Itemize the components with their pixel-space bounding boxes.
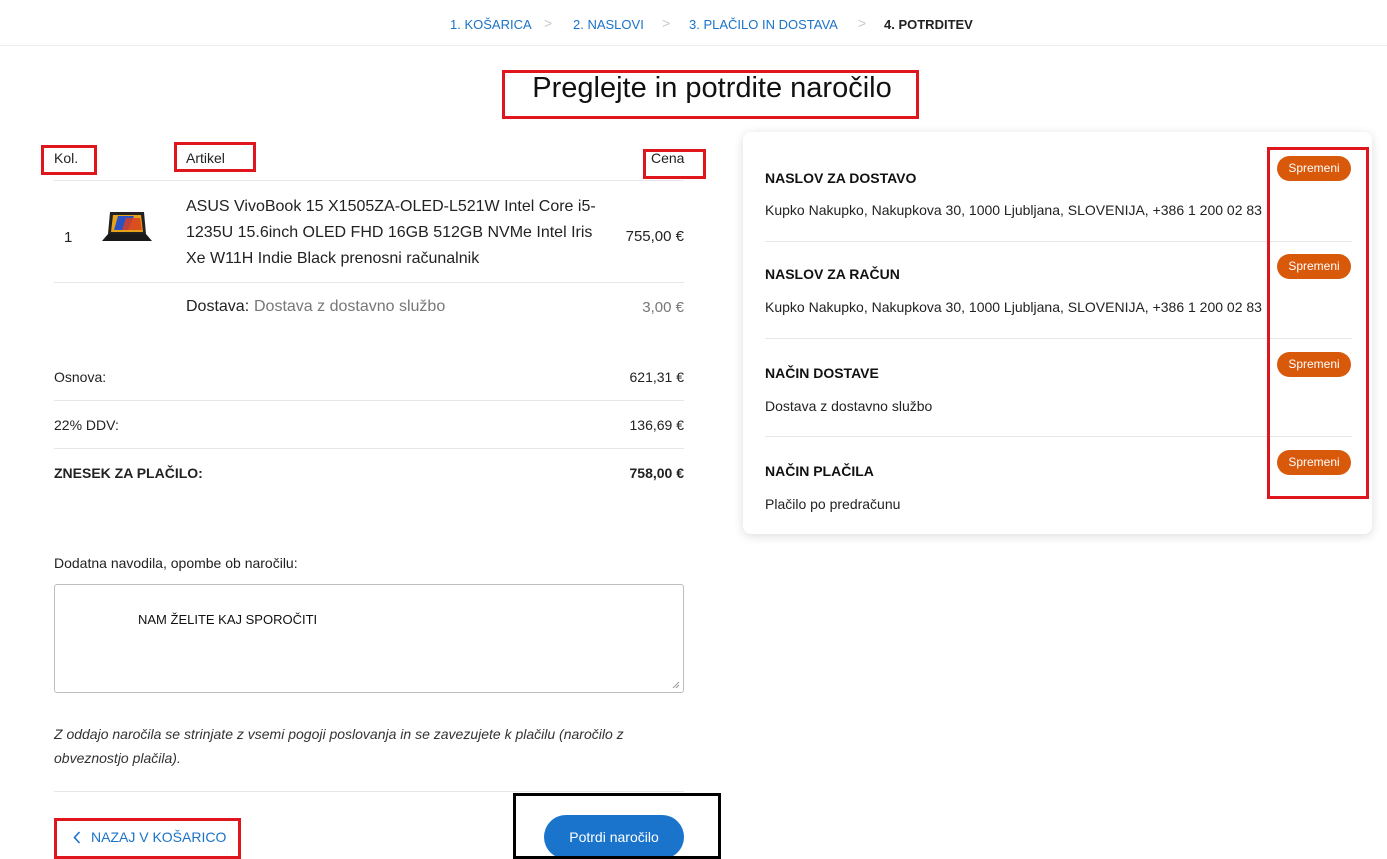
base-value: 621,31 €	[629, 369, 685, 385]
divider	[54, 180, 684, 181]
total-value: 758,00 €	[629, 465, 685, 481]
breadcrumb-separator: >	[662, 15, 671, 31]
notes-textarea[interactable]	[54, 584, 684, 693]
breadcrumb-step-confirmation: 4. POTRDITEV	[884, 17, 973, 32]
annotation-box	[643, 149, 706, 179]
notes-label: Dodatna navodila, opombe ob naročilu:	[54, 555, 298, 571]
divider	[54, 400, 684, 401]
divider	[765, 241, 1352, 242]
laptop-thumbnail[interactable]	[100, 210, 152, 244]
divider	[54, 448, 684, 449]
shipping-address-text: Kupko Nakupko, Nakupkova 30, 1000 Ljublj…	[765, 202, 1262, 218]
breadcrumb-step-cart[interactable]: 1. KOŠARICA	[450, 17, 532, 32]
base-label: Osnova:	[54, 369, 107, 385]
shipping-label: Dostava:	[186, 298, 250, 315]
annotation-box	[41, 145, 97, 175]
divider	[765, 338, 1352, 339]
checkout-breadcrumb: 1. KOŠARICA > 2. NASLOVI > 3. PLAČILO IN…	[0, 0, 1387, 46]
annotation-box	[502, 70, 919, 119]
annotation-box	[174, 142, 256, 172]
breadcrumb-step-payment-shipping[interactable]: 3. PLAČILO IN DOSTAVA	[689, 17, 838, 32]
billing-address-title: NASLOV ZA RAČUN	[765, 266, 900, 282]
breadcrumb-separator: >	[544, 15, 553, 31]
divider	[765, 436, 1352, 437]
resize-handle-icon[interactable]	[672, 681, 680, 689]
vat-value: 136,69 €	[629, 417, 685, 433]
breadcrumb-separator: >	[858, 15, 867, 31]
shipping-price: 3,00 €	[642, 299, 684, 316]
billing-address-text: Kupko Nakupko, Nakupkova 30, 1000 Ljublj…	[765, 299, 1262, 315]
annotation-box	[54, 818, 241, 859]
delivery-method-title: NAČIN DOSTAVE	[765, 365, 879, 381]
payment-method-text: Plačilo po predračunu	[765, 496, 901, 512]
vat-label: 22% DDV:	[54, 417, 119, 433]
shipping-address-title: NASLOV ZA DOSTAVO	[765, 170, 917, 186]
notes-value: NAM ŽELITE KAJ SPOROČITI	[138, 612, 318, 627]
terms-text: Z oddajo naročila se strinjate z vsemi p…	[54, 726, 624, 766]
item-name[interactable]: ASUS VivoBook 15 X1505ZA-OLED-L521W Inte…	[186, 194, 606, 272]
divider	[54, 791, 684, 792]
item-quantity: 1	[64, 229, 73, 246]
annotation-box	[1267, 147, 1369, 499]
payment-method-title: NAČIN PLAČILA	[765, 463, 874, 479]
item-price: 755,00 €	[625, 228, 684, 245]
breadcrumb-step-addresses[interactable]: 2. NASLOVI	[573, 17, 644, 32]
annotation-box	[513, 793, 721, 859]
delivery-method-text: Dostava z dostavno službo	[765, 398, 933, 414]
shipping-method: Dostava z dostavno službo	[254, 298, 446, 315]
total-label: ZNESEK ZA PLAČILO:	[54, 465, 203, 481]
divider	[54, 282, 684, 283]
